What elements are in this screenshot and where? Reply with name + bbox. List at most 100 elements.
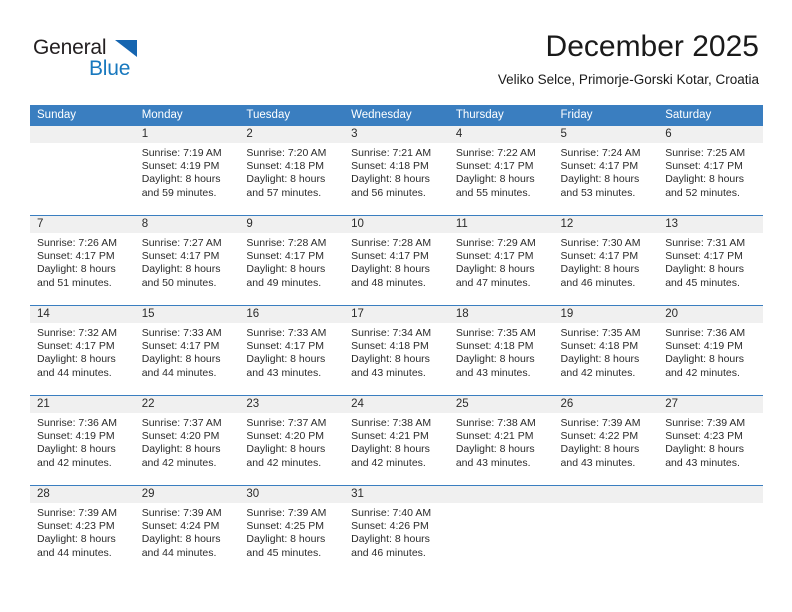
sunrise-time: Sunrise: 7:36 AM [665,327,746,339]
sunset-time: Sunset: 4:26 PM [351,520,429,533]
sunrise-time: Sunrise: 7:25 AM [665,147,746,159]
day-number: 11 [448,216,554,233]
daylight-duration-line1: Daylight: 8 hours [665,263,745,276]
day-details: Sunrise: 7:33 AM Sunset: 4:17 PM Daylight:… [239,323,344,380]
daylight-duration-line2: and 51 minutes. [37,276,112,289]
day-details: Sunrise: 7:39 AM Sunset: 4:23 PM Daylight:… [658,413,763,470]
calendar-day-cell[interactable]: 1 Sunrise: 7:19 AM Sunset: 4:19 PM Daylight… [134,126,240,216]
day-number: 17 [344,306,449,323]
sunset-time: Sunset: 4:18 PM [351,340,429,353]
calendar-day-cell[interactable]: 6 Sunrise: 7:25 AM Sunset: 4:17 PM Daylight… [658,126,763,216]
sunrise-time: Sunrise: 7:38 AM [351,417,432,429]
month-calendar: Sunday Monday Tuesday Wednesday Thursday… [30,105,763,575]
day-number: 29 [134,486,240,503]
daylight-duration-line1: Daylight: 8 hours [665,173,745,186]
day-number: 9 [239,216,345,233]
daylight-duration-line2: and 43 minutes. [665,456,740,469]
calendar-day-cell[interactable]: 11 Sunrise: 7:29 AM Sunset: 4:17 PM Dayligh… [448,215,554,306]
daylight-duration-line1: Daylight: 8 hours [37,443,116,456]
day-details: Sunrise: 7:26 AM Sunset: 4:17 PM Daylight:… [30,233,135,290]
sunrise-time: Sunrise: 7:39 AM [665,417,746,429]
sunset-time: Sunset: 4:17 PM [560,160,639,173]
calendar-day-cell[interactable]: 8 Sunrise: 7:27 AM Sunset: 4:17 PM Daylight… [134,215,240,306]
sunset-time: Sunset: 4:23 PM [37,520,115,533]
day-details: Sunrise: 7:28 AM Sunset: 4:17 PM Daylight:… [344,233,449,290]
sunset-time: Sunset: 4:17 PM [246,340,325,353]
calendar-day-cell[interactable]: 25 Sunrise: 7:38 AM Sunset: 4:21 PM Dayligh… [448,395,554,486]
daylight-duration-line2: and 43 minutes. [246,366,322,379]
sunset-time: Sunset: 4:19 PM [141,160,220,173]
day-details: Sunrise: 7:27 AM Sunset: 4:17 PM Daylight:… [135,233,240,290]
weekday-header-tuesday: Tuesday [239,105,345,126]
sunrise-time: Sunrise: 7:36 AM [37,417,117,429]
calendar-day-cell[interactable]: 26 Sunrise: 7:39 AM Sunset: 4:22 PM Dayligh… [553,395,659,486]
daylight-duration-line2: and 45 minutes. [665,276,740,289]
sunrise-time: Sunrise: 7:39 AM [246,507,327,519]
weekday-header-saturday: Saturday [658,105,763,126]
daylight-duration-line2: and 59 minutes. [141,186,217,199]
sunrise-time: Sunrise: 7:26 AM [37,237,117,249]
calendar-day-cell[interactable]: 12 Sunrise: 7:30 AM Sunset: 4:17 PM Dayligh… [553,215,659,306]
daylight-duration-line2: and 52 minutes. [665,186,740,199]
calendar-day-cell[interactable]: 16 Sunrise: 7:33 AM Sunset: 4:17 PM Dayligh… [239,305,345,396]
daylight-duration-line1: Daylight: 8 hours [560,353,640,366]
day-details: Sunrise: 7:40 AM Sunset: 4:26 PM Daylight:… [344,503,449,560]
day-number: 22 [134,396,240,413]
daylight-duration-line1: Daylight: 8 hours [560,173,640,186]
calendar-day-cell[interactable]: 14 Sunrise: 7:32 AM Sunset: 4:17 PM Dayligh… [30,305,135,396]
daylight-duration-line1: Daylight: 8 hours [37,263,116,276]
page-title: December 2025 [545,30,759,63]
weekday-header-wednesday: Wednesday [344,105,449,126]
calendar-day-cell[interactable]: 30 Sunrise: 7:39 AM Sunset: 4:25 PM Dayligh… [239,485,345,575]
calendar-day-cell[interactable]: 19 Sunrise: 7:35 AM Sunset: 4:18 PM Dayligh… [553,305,659,396]
weekday-header-monday: Monday [134,105,240,126]
calendar-day-cell[interactable]: 10 Sunrise: 7:28 AM Sunset: 4:17 PM Dayligh… [344,215,449,306]
day-details: Sunrise: 7:39 AM Sunset: 4:23 PM Daylight:… [30,503,135,560]
general-blue-logo[interactable]: General Blue [33,36,213,88]
daylight-duration-line1: Daylight: 8 hours [455,173,535,186]
sunset-time: Sunset: 4:17 PM [665,250,743,263]
calendar-day-cell[interactable]: 15 Sunrise: 7:33 AM Sunset: 4:17 PM Dayligh… [134,305,240,396]
calendar-day-cell[interactable]: 24 Sunrise: 7:38 AM Sunset: 4:21 PM Dayligh… [344,395,449,486]
calendar-day-cell[interactable]: 5 Sunrise: 7:24 AM Sunset: 4:17 PM Daylight… [553,126,659,216]
sunset-time: Sunset: 4:17 PM [351,250,429,263]
daylight-duration-line2: and 44 minutes. [141,366,217,379]
daylight-duration-line1: Daylight: 8 hours [141,353,221,366]
sunset-time: Sunset: 4:18 PM [560,340,639,353]
sunset-time: Sunset: 4:17 PM [560,250,639,263]
page-header: General Blue December 2025 Veliko Selce,… [0,0,792,100]
calendar-body: 1 Sunrise: 7:19 AM Sunset: 4:19 PM Daylight… [30,126,763,575]
calendar-day-cell[interactable]: 28 Sunrise: 7:39 AM Sunset: 4:23 PM Dayligh… [30,485,135,575]
sunset-time: Sunset: 4:21 PM [351,430,429,443]
calendar-day-cell[interactable]: 13 Sunrise: 7:31 AM Sunset: 4:17 PM Dayligh… [658,215,763,306]
calendar-day-cell[interactable]: 23 Sunrise: 7:37 AM Sunset: 4:20 PM Dayligh… [239,395,345,486]
calendar-day-cell[interactable]: 7 Sunrise: 7:26 AM Sunset: 4:17 PM Daylight… [30,215,135,306]
calendar-day-cell[interactable]: 4 Sunrise: 7:22 AM Sunset: 4:17 PM Daylight… [448,126,554,216]
calendar-day-cell[interactable]: 18 Sunrise: 7:35 AM Sunset: 4:18 PM Dayligh… [448,305,554,396]
sunrise-time: Sunrise: 7:31 AM [665,237,746,249]
day-details: Sunrise: 7:34 AM Sunset: 4:18 PM Daylight:… [344,323,449,380]
calendar-day-cell[interactable]: 29 Sunrise: 7:39 AM Sunset: 4:24 PM Dayligh… [134,485,240,575]
calendar-week-row: 28 Sunrise: 7:39 AM Sunset: 4:23 PM Dayligh… [30,485,763,575]
calendar-day-cell[interactable]: 3 Sunrise: 7:21 AM Sunset: 4:18 PM Daylight… [344,126,449,216]
day-number: 4 [448,126,554,143]
day-number: 19 [553,306,659,323]
sunrise-time: Sunrise: 7:35 AM [560,327,641,339]
calendar-day-cell[interactable]: 21 Sunrise: 7:36 AM Sunset: 4:19 PM Dayligh… [30,395,135,486]
day-details: Sunrise: 7:31 AM Sunset: 4:17 PM Daylight:… [658,233,763,290]
sunrise-time: Sunrise: 7:29 AM [455,237,536,249]
day-details: Sunrise: 7:19 AM Sunset: 4:19 PM Daylight:… [135,143,240,200]
daylight-duration-line2: and 48 minutes. [351,276,426,289]
calendar-day-cell[interactable]: 31 Sunrise: 7:40 AM Sunset: 4:26 PM Dayligh… [344,485,449,575]
calendar-day-cell[interactable]: 17 Sunrise: 7:34 AM Sunset: 4:18 PM Dayligh… [344,305,449,396]
calendar-day-cell[interactable]: 20 Sunrise: 7:36 AM Sunset: 4:19 PM Dayligh… [658,305,763,396]
day-number [448,486,554,503]
calendar-day-cell[interactable]: 9 Sunrise: 7:28 AM Sunset: 4:17 PM Daylight… [239,215,345,306]
calendar-day-cell[interactable]: 27 Sunrise: 7:39 AM Sunset: 4:23 PM Dayligh… [658,395,763,486]
calendar-day-cell[interactable]: 2 Sunrise: 7:20 AM Sunset: 4:18 PM Daylight… [239,126,345,216]
weekday-header-row: Sunday Monday Tuesday Wednesday Thursday… [30,105,763,126]
day-number: 8 [134,216,240,233]
calendar-day-cell[interactable]: 22 Sunrise: 7:37 AM Sunset: 4:20 PM Dayligh… [134,395,240,486]
daylight-duration-line1: Daylight: 8 hours [246,263,326,276]
day-details: Sunrise: 7:39 AM Sunset: 4:24 PM Daylight:… [135,503,240,560]
